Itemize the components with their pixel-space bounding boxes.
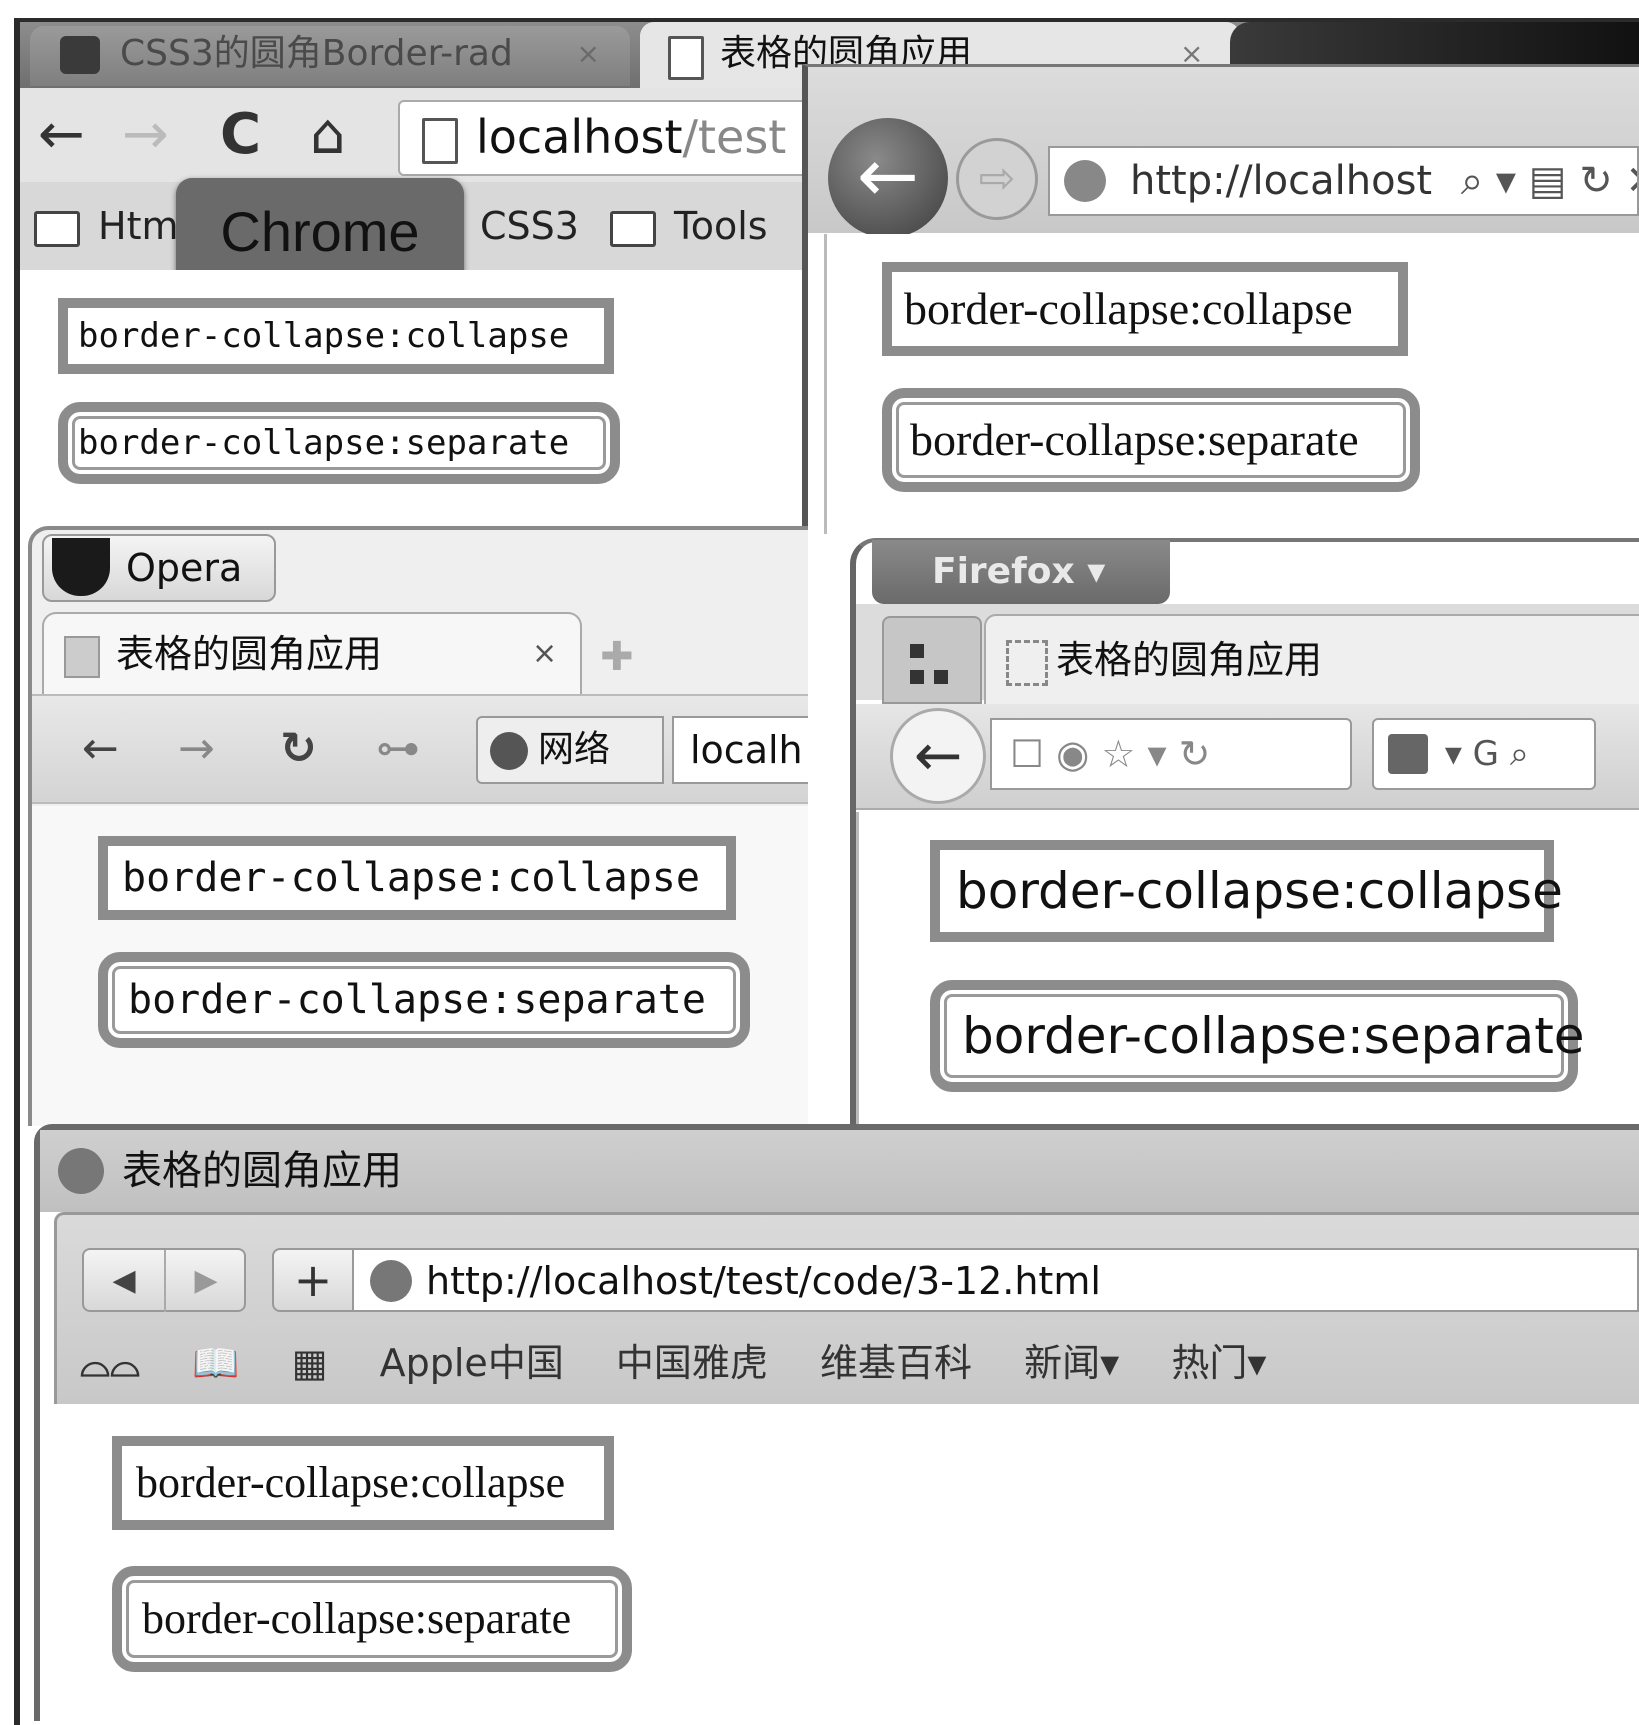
folder-icon xyxy=(34,210,80,247)
page-icon xyxy=(668,36,704,80)
firefox-tab[interactable]: 表格的圆角应用 xyxy=(984,614,1639,704)
reload-icon[interactable]: ↻ xyxy=(280,694,317,804)
opera-menu-button[interactable]: Opera xyxy=(42,534,276,602)
opera-demo-separate: border-collapse:separate xyxy=(98,952,750,1048)
ie-back-arrow-icon[interactable]: ← xyxy=(828,118,948,238)
globe-icon xyxy=(490,732,528,770)
css3-favicon-icon xyxy=(60,36,100,74)
home-icon[interactable]: ⌂ xyxy=(310,88,346,182)
opera-logo-icon xyxy=(52,538,110,596)
firefox-search-icons: ▾ G ⌕ xyxy=(1444,734,1529,774)
bookmark-css3[interactable]: CSS3 xyxy=(480,182,579,270)
back-arrow-icon[interactable]: ← xyxy=(82,694,119,804)
safari-demo-collapse: border-collapse:collapse xyxy=(112,1436,614,1530)
opera-tab-title: 表格的圆角应用 xyxy=(116,632,383,676)
search-engine-icon xyxy=(1388,734,1428,774)
ie-demo-separate: border-collapse:separate xyxy=(882,388,1420,492)
tab-groups-icon[interactable] xyxy=(882,616,982,704)
chrome-demo-collapse: border-collapse:collapse xyxy=(58,298,614,374)
globe-icon xyxy=(370,1260,412,1302)
bookmark-news[interactable]: 新闻▾ xyxy=(1024,1333,1119,1393)
chrome-omnibox[interactable]: localhost/test xyxy=(398,100,818,176)
opera-network-button[interactable]: 网络 xyxy=(476,716,664,784)
ie-address-text: http://localhost xyxy=(1130,158,1433,204)
firefox-menu-button[interactable]: Firefox ▾ xyxy=(872,540,1170,604)
omnibox-host: localhost xyxy=(476,110,683,164)
close-tab-icon[interactable]: × xyxy=(532,614,557,694)
chrome-demo-separate: border-collapse:separate xyxy=(58,402,620,484)
ie-demo-collapse: border-collapse:collapse xyxy=(882,262,1408,356)
bookmark-tools[interactable]: Tools xyxy=(610,182,768,270)
page-icon xyxy=(64,636,100,678)
opera-url-field[interactable]: localh xyxy=(672,716,808,784)
firefox-url-bar[interactable]: ☐ ◉ ☆ ▾ ↻ xyxy=(990,718,1352,790)
safari-nav-buttons: ◀ ▶ xyxy=(82,1248,246,1312)
new-tab-icon[interactable]: ✚ xyxy=(600,634,634,680)
forward-arrow-icon[interactable]: → xyxy=(122,88,169,182)
bookmarks-book-icon[interactable]: 📖 xyxy=(192,1333,239,1393)
top-sites-grid-icon[interactable]: ▦ xyxy=(292,1333,328,1393)
bookmark-label: Tools xyxy=(674,204,768,248)
safari-title-bar: 表格的圆角应用 xyxy=(40,1130,1639,1212)
ie-forward-arrow-icon[interactable]: ⇨ xyxy=(956,138,1038,220)
back-arrow-icon[interactable]: ← xyxy=(38,88,85,182)
bookmark-label: CSS3 xyxy=(480,204,579,248)
back-arrow-icon[interactable]: ◀ xyxy=(84,1250,164,1312)
bookmark-wikipedia[interactable]: 维基百科 xyxy=(820,1333,972,1393)
safari-window-title: 表格的圆角应用 xyxy=(122,1148,402,1194)
opera-tab[interactable]: 表格的圆角应用 × xyxy=(42,612,582,694)
safari-address-text: http://localhost/test/code/3-12.html xyxy=(426,1259,1101,1303)
chrome-tab-inactive[interactable]: CSS3的圆角Border-rad × xyxy=(30,26,630,86)
forward-arrow-icon[interactable]: ▶ xyxy=(164,1250,246,1312)
chrome-tab-inactive-title: CSS3的圆角Border-rad xyxy=(120,33,513,74)
firefox-back-arrow-icon[interactable]: ← xyxy=(890,708,986,804)
page-icon xyxy=(422,118,458,164)
safari-address-bar[interactable]: http://localhost/test/code/3-12.html xyxy=(354,1248,1639,1312)
folder-icon xyxy=(610,210,656,247)
ie-address-buttons-icon[interactable]: ⌕ ▾ ▤ ↻ ✕ xyxy=(1461,158,1637,204)
bookmark-yahoo-china[interactable]: 中国雅虎 xyxy=(616,1333,768,1393)
firefox-demo-separate: border-collapse:separate xyxy=(930,980,1585,1092)
omnibox-path: /test xyxy=(682,110,787,164)
bookmark-apple-china[interactable]: Apple中国 xyxy=(380,1333,564,1393)
forward-arrow-icon[interactable]: → xyxy=(178,694,215,804)
ie-logo-icon xyxy=(1064,160,1106,202)
firefox-search-box[interactable]: ▾ G ⌕ xyxy=(1372,718,1596,790)
close-tab-icon[interactable]: × xyxy=(577,26,600,82)
opera-menu-label: Opera xyxy=(126,546,243,590)
add-bookmark-icon[interactable]: + xyxy=(272,1248,354,1312)
opera-network-label: 网络 xyxy=(538,729,611,770)
reading-glasses-icon[interactable]: ⌓⌓ xyxy=(80,1333,140,1393)
firefox-demo-collapse: border-collapse:collapse xyxy=(930,840,1563,942)
bookmark-popular[interactable]: 热门▾ xyxy=(1171,1333,1266,1393)
ie-address-bar[interactable]: http://localhost ⌕ ▾ ▤ ↻ ✕ xyxy=(1048,146,1639,216)
safari-logo-icon xyxy=(58,1148,104,1194)
firefox-tab-title: 表格的圆角应用 xyxy=(1056,638,1323,682)
reload-icon[interactable]: C xyxy=(220,88,261,182)
key-icon[interactable]: ⊶ xyxy=(376,694,420,804)
opera-demo-collapse: border-collapse:collapse xyxy=(98,836,736,920)
firefox-url-icons: ☐ ◉ ☆ ▾ ↻ xyxy=(1010,732,1211,776)
bookmark-html[interactable]: Html xyxy=(34,182,189,270)
safari-demo-separate: border-collapse:separate xyxy=(112,1566,632,1672)
page-icon xyxy=(1006,640,1048,686)
safari-bookmarks-bar: ⌓⌓ 📖 ▦ Apple中国 中国雅虎 维基百科 新闻▾ 热门▾ xyxy=(80,1330,1580,1390)
